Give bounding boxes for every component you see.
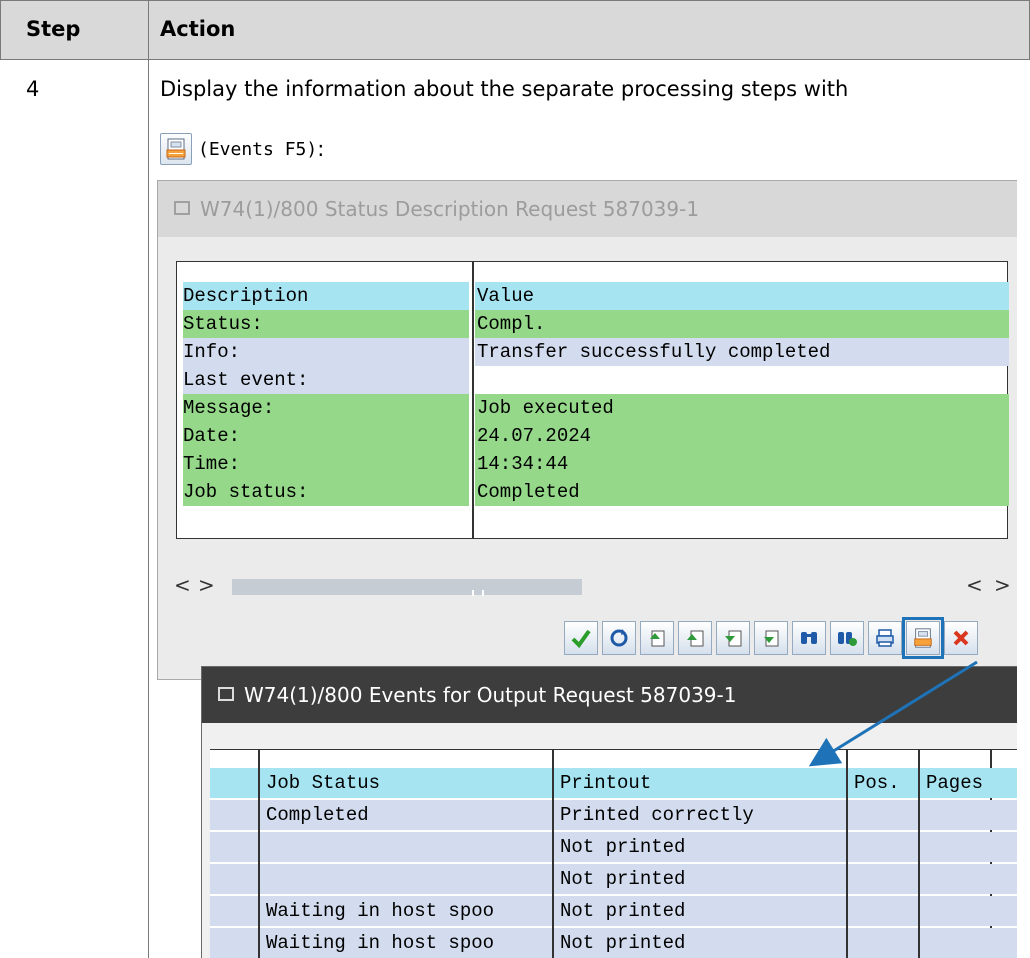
table-header: Step Action: [0, 0, 1030, 60]
header-step: Step: [26, 17, 81, 41]
events-icon: [160, 133, 192, 165]
action-text: Display the information about the separa…: [160, 77, 849, 101]
events-shortcut: (Events F5): [198, 138, 318, 160]
table-border-left: [0, 0, 1, 60]
column-divider: [148, 0, 149, 958]
sap-screenshot: W74(1)/800 Status Description Request 58…: [157, 180, 1017, 958]
callout-arrow: [808, 660, 978, 767]
step-number: 4: [26, 77, 40, 101]
action-text-line2: (Events F5):: [160, 133, 324, 165]
header-action: Action: [160, 17, 236, 41]
colon: :: [317, 137, 325, 161]
